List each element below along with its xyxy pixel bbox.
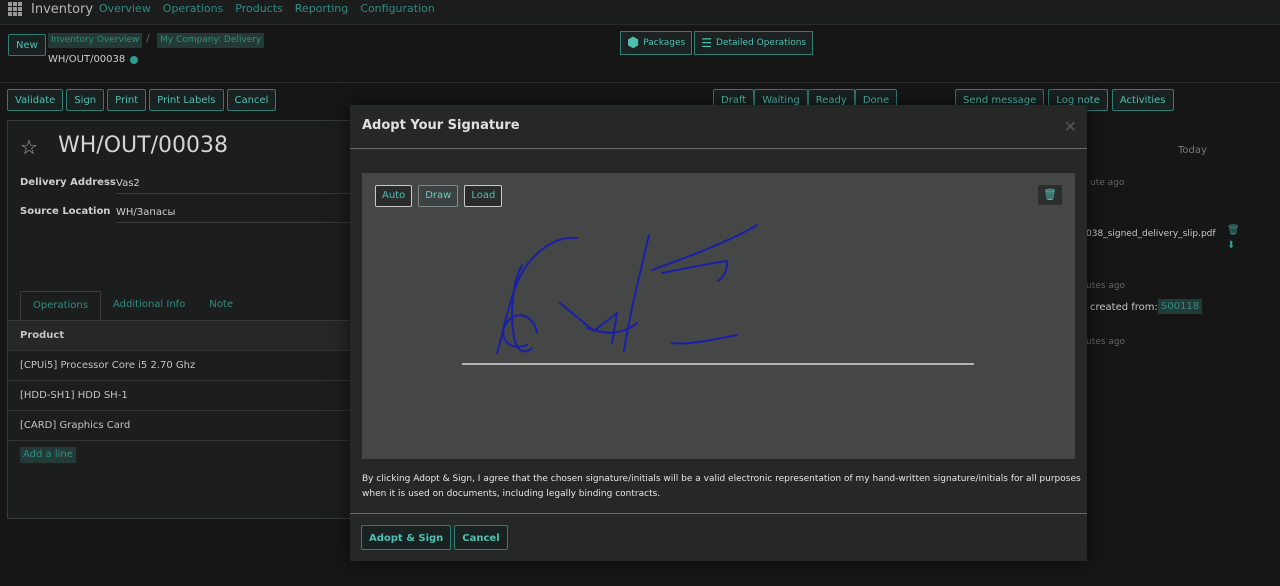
cancel-button[interactable]: Cancel bbox=[454, 525, 508, 550]
apps-grid-icon[interactable] bbox=[8, 2, 22, 16]
print-labels-button[interactable]: Print Labels bbox=[149, 89, 224, 111]
activities-button[interactable]: Activities bbox=[1111, 89, 1174, 111]
download-icon[interactable]: ⬇ bbox=[1227, 240, 1235, 251]
dialog-title: Adopt Your Signature bbox=[362, 118, 520, 133]
breadcrumb-separator: / bbox=[146, 32, 150, 45]
source-location-field[interactable]: WH/Запасы bbox=[116, 207, 356, 223]
created-from-text: created from: bbox=[1090, 302, 1158, 313]
gear-icon[interactable] bbox=[130, 56, 138, 64]
signature-pad[interactable]: Auto Draw Load 🗑 bbox=[362, 173, 1075, 459]
record-title: WH/OUT/00038 bbox=[58, 133, 228, 158]
adopt-signature-dialog: Adopt Your Signature ✕ Auto Draw Load 🗑 bbox=[350, 105, 1087, 561]
chatter-today: Today bbox=[1178, 145, 1207, 156]
add-line-button[interactable]: Add a line bbox=[20, 447, 76, 463]
adopt-and-sign-button[interactable]: Adopt & Sign bbox=[361, 525, 452, 550]
delete-attachment-icon[interactable]: 🗑 bbox=[1227, 225, 1240, 236]
list-icon: ☰ bbox=[701, 36, 712, 50]
validate-button[interactable]: Validate bbox=[7, 89, 64, 111]
sign-button[interactable]: Sign bbox=[66, 89, 105, 111]
menu-overview[interactable]: Overview bbox=[99, 2, 151, 15]
tab-additional-info[interactable]: Additional Info bbox=[101, 291, 197, 319]
table-row[interactable]: [CPUi5] Processor Core i5 2.70 Ghz bbox=[8, 351, 358, 381]
created-from-link[interactable]: S00118 bbox=[1158, 299, 1203, 314]
cancel-action-button[interactable]: Cancel bbox=[226, 89, 277, 111]
legal-disclaimer: By clicking Adopt & Sign, I agree that t… bbox=[362, 474, 1081, 499]
detailed-operations-label: Detailed Operations bbox=[716, 38, 807, 48]
breadcrumb-delivery[interactable]: My Company: Delivery bbox=[157, 33, 265, 48]
attachment-name[interactable]: 038_signed_delivery_slip.pdf bbox=[1086, 229, 1216, 239]
menu-reporting[interactable]: Reporting bbox=[295, 2, 348, 15]
source-location-label: Source Location bbox=[20, 206, 111, 217]
app-title[interactable]: Inventory bbox=[31, 2, 93, 17]
delivery-address-field[interactable]: Vas2 bbox=[116, 178, 356, 194]
delivery-address-label: Delivery Address bbox=[20, 177, 116, 188]
print-button[interactable]: Print bbox=[107, 89, 147, 111]
menu-operations[interactable]: Operations bbox=[163, 2, 223, 15]
new-button[interactable]: New bbox=[8, 34, 46, 56]
menu-configuration[interactable]: Configuration bbox=[360, 2, 435, 15]
chatter-time: utes ago bbox=[1086, 337, 1126, 347]
tab-note[interactable]: Note bbox=[197, 291, 245, 319]
detailed-operations-button[interactable]: ☰ Detailed Operations bbox=[694, 31, 814, 55]
menu-products[interactable]: Products bbox=[235, 2, 283, 15]
close-icon[interactable]: ✕ bbox=[1064, 117, 1077, 136]
table-row[interactable]: [CARD] Graphics Card bbox=[8, 411, 358, 441]
dialog-footer bbox=[350, 513, 1087, 514]
form-sheet: ☆ WH/OUT/00038 Delivery Address Vas2 Sou… bbox=[7, 120, 359, 519]
chatter-time: utes ago bbox=[1086, 281, 1126, 291]
control-divider bbox=[0, 82, 1280, 83]
packages-icon: ⬢ bbox=[627, 35, 640, 51]
chatter-time: ute ago bbox=[1090, 178, 1125, 188]
packages-button[interactable]: ⬢ Packages bbox=[620, 31, 693, 55]
dialog-header: Adopt Your Signature ✕ bbox=[350, 105, 1087, 149]
table-header: Product bbox=[8, 321, 358, 351]
table-row[interactable]: [HDD-SH1] HDD SH-1 bbox=[8, 381, 358, 411]
record-name: WH/OUT/00038 bbox=[48, 54, 126, 65]
tab-operations[interactable]: Operations bbox=[20, 291, 101, 320]
top-navbar: Inventory Overview Operations Products R… bbox=[0, 0, 1280, 25]
breadcrumb-inventory-overview[interactable]: Inventory Overview bbox=[48, 33, 143, 48]
packages-label: Packages bbox=[643, 38, 686, 48]
star-icon[interactable]: ☆ bbox=[20, 135, 38, 159]
top-menu: Overview Operations Products Reporting C… bbox=[99, 2, 435, 15]
operations-table: Product [CPUi5] Processor Core i5 2.70 G… bbox=[8, 320, 358, 463]
signature-ink bbox=[496, 224, 758, 354]
signature-drawing bbox=[462, 224, 974, 365]
